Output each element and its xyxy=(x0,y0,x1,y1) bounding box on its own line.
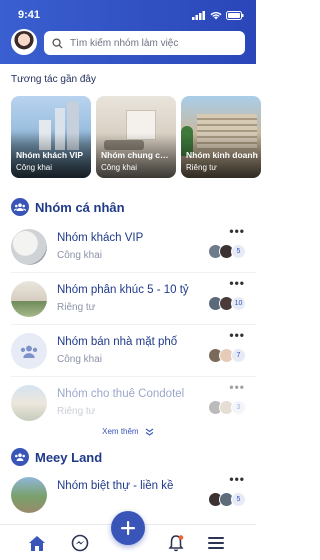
more-options-icon[interactable]: ••• xyxy=(229,276,245,290)
recent-card-privacy: Công khai xyxy=(101,163,138,172)
member-count: 3 xyxy=(231,400,246,415)
group-thumbnail xyxy=(11,385,47,421)
see-more-label: Xem thêm xyxy=(102,427,139,436)
personal-section-header: Nhóm cá nhân xyxy=(11,198,125,216)
more-options-icon[interactable]: ••• xyxy=(229,224,245,238)
notification-bell-icon[interactable] xyxy=(166,533,186,553)
recent-card[interactable]: Nhóm kinh doanh Riêng tư xyxy=(181,96,261,178)
header-bar: 9:41 Tìm kiếm nhóm làm việc xyxy=(0,0,256,64)
recent-section-title: Tương tác gần đây xyxy=(11,74,96,85)
recent-card-privacy: Công khai xyxy=(16,163,53,172)
group-thumbnail xyxy=(11,477,47,513)
list-item[interactable]: Nhóm bán nhà mặt phố Công khai ••• 7 xyxy=(0,324,256,378)
battery-icon xyxy=(226,10,244,20)
recent-carousel[interactable]: Nhóm khách VIP Công khai Nhóm chung cư..… xyxy=(11,96,267,178)
member-avatars: 5 xyxy=(208,492,246,507)
recent-card[interactable]: Nhóm khách VIP Công khai xyxy=(11,96,91,178)
group-icon xyxy=(11,448,29,466)
status-time: 9:41 xyxy=(18,9,41,21)
group-privacy: Riêng tư xyxy=(57,406,96,417)
messenger-icon[interactable] xyxy=(70,533,90,553)
group-name: Nhóm phân khúc 5 - 10 tỷ xyxy=(57,284,189,296)
list-item[interactable]: Nhóm khách VIP Công khai ••• 5 xyxy=(0,220,256,274)
member-avatars: 5 xyxy=(208,244,246,259)
recent-card[interactable]: Nhóm chung cư... Công khai xyxy=(96,96,176,178)
section-title: Nhóm cá nhân xyxy=(35,199,125,215)
group-name: Nhóm cho thuê Condotel xyxy=(57,388,185,400)
member-avatars: 7 xyxy=(208,348,246,363)
list-item[interactable]: Nhóm phân khúc 5 - 10 tỷ Riêng tư ••• 10 xyxy=(0,272,256,326)
chevron-double-down-icon xyxy=(145,428,154,436)
member-avatars: 3 xyxy=(208,400,246,415)
group-icon xyxy=(11,198,29,216)
member-avatars: 10 xyxy=(208,296,246,311)
see-more-button[interactable]: Xem thêm xyxy=(0,427,256,436)
user-avatar[interactable] xyxy=(11,29,37,55)
group-privacy: Công khai xyxy=(57,250,103,261)
group-thumbnail xyxy=(11,229,47,265)
group-privacy: Công khai xyxy=(57,354,103,365)
member-count: 5 xyxy=(231,244,246,259)
member-count: 5 xyxy=(231,492,246,507)
menu-icon[interactable] xyxy=(206,533,226,553)
more-options-icon[interactable]: ••• xyxy=(229,380,245,394)
meey-section-header: Meey Land xyxy=(11,448,102,466)
group-name: Nhóm khách VIP xyxy=(57,232,144,244)
create-button[interactable] xyxy=(111,511,145,545)
recent-card-name: Nhóm kinh doanh xyxy=(186,150,258,160)
member-count: 10 xyxy=(231,296,246,311)
group-thumbnail xyxy=(11,281,47,317)
member-count: 7 xyxy=(231,348,246,363)
more-options-icon[interactable]: ••• xyxy=(229,472,245,486)
recent-card-privacy: Riêng tư xyxy=(186,163,217,172)
wifi-icon xyxy=(210,11,222,19)
section-title: Meey Land xyxy=(35,449,103,465)
signal-icon xyxy=(192,10,205,20)
more-options-icon[interactable]: ••• xyxy=(229,328,245,342)
recent-card-name: Nhóm khách VIP xyxy=(16,150,84,160)
search-icon xyxy=(52,37,63,49)
list-item[interactable]: Nhóm cho thuê Condotel Riêng tư ••• 3 xyxy=(0,376,256,430)
group-privacy: Riêng tư xyxy=(57,302,96,313)
home-icon[interactable] xyxy=(27,533,47,553)
status-bar: 9:41 xyxy=(18,8,244,22)
group-name: Nhóm biệt thự - liền kề xyxy=(57,480,174,492)
group-placeholder-icon xyxy=(20,345,38,358)
group-name: Nhóm bán nhà mặt phố xyxy=(57,336,178,348)
search-input[interactable]: Tìm kiếm nhóm làm việc xyxy=(70,38,178,49)
plus-icon xyxy=(121,521,135,535)
recent-card-name: Nhóm chung cư... xyxy=(101,150,173,160)
group-thumbnail xyxy=(11,333,47,369)
search-bar[interactable]: Tìm kiếm nhóm làm việc xyxy=(44,31,245,55)
